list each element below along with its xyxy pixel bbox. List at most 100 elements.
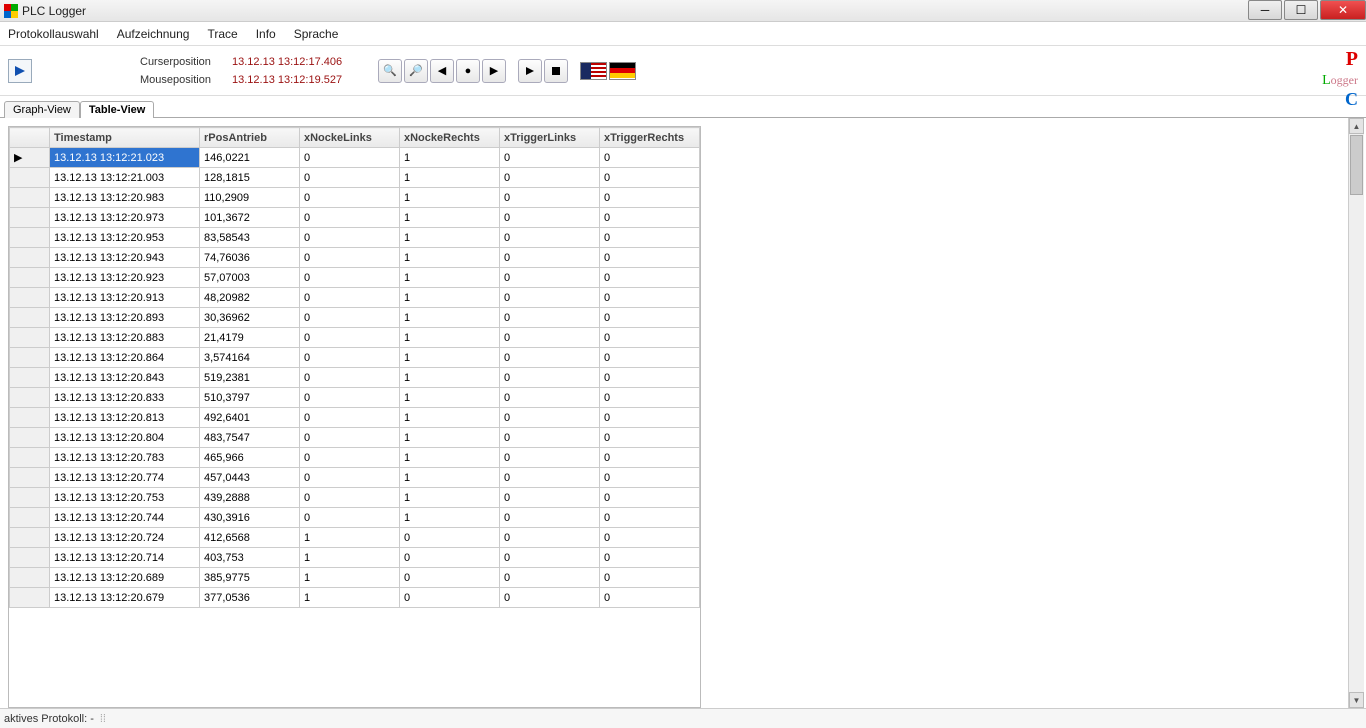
cell[interactable]: 0 xyxy=(500,208,600,228)
globe-right-icon[interactable]: ▶ xyxy=(482,59,506,83)
cell[interactable]: 0 xyxy=(500,488,600,508)
cell[interactable]: 439,2888 xyxy=(200,488,300,508)
row-indicator[interactable] xyxy=(10,488,50,508)
cell[interactable]: 0 xyxy=(300,148,400,168)
row-indicator[interactable] xyxy=(10,188,50,208)
table-row[interactable]: 13.12.13 13:12:20.744430,39160100 xyxy=(10,508,700,528)
row-indicator[interactable] xyxy=(10,308,50,328)
menu-info[interactable]: Info xyxy=(256,27,276,41)
cell[interactable]: 13.12.13 13:12:20.774 xyxy=(50,468,200,488)
zoom-out-icon[interactable]: 🔎 xyxy=(404,59,428,83)
cell[interactable]: 0 xyxy=(600,188,700,208)
cell[interactable]: 0 xyxy=(600,548,700,568)
cell[interactable]: 1 xyxy=(400,308,500,328)
table-row[interactable]: 13.12.13 13:12:20.983110,29090100 xyxy=(10,188,700,208)
cell[interactable]: 0 xyxy=(500,248,600,268)
cell[interactable]: 0 xyxy=(500,328,600,348)
globe-center-icon[interactable]: ● xyxy=(456,59,480,83)
table-row[interactable]: 13.12.13 13:12:20.92357,070030100 xyxy=(10,268,700,288)
maximize-button[interactable]: ☐ xyxy=(1284,0,1318,20)
cell[interactable]: 0 xyxy=(300,268,400,288)
cell[interactable]: 128,1815 xyxy=(200,168,300,188)
cell[interactable]: 74,76036 xyxy=(200,248,300,268)
cell[interactable]: 1 xyxy=(400,408,500,428)
cell[interactable]: 13.12.13 13:12:20.724 xyxy=(50,528,200,548)
cell[interactable]: 0 xyxy=(600,308,700,328)
cell[interactable]: 0 xyxy=(300,468,400,488)
cell[interactable]: 0 xyxy=(500,368,600,388)
cell[interactable]: 0 xyxy=(600,488,700,508)
row-indicator[interactable] xyxy=(10,288,50,308)
cell[interactable]: 0 xyxy=(600,148,700,168)
col-rposantrieb[interactable]: rPosAntrieb xyxy=(200,128,300,148)
table-row[interactable]: 13.12.13 13:12:21.003128,18150100 xyxy=(10,168,700,188)
cell[interactable]: 0 xyxy=(300,428,400,448)
cell[interactable]: 483,7547 xyxy=(200,428,300,448)
table-row[interactable]: 13.12.13 13:12:20.89330,369620100 xyxy=(10,308,700,328)
cell[interactable]: 0 xyxy=(500,508,600,528)
row-indicator[interactable] xyxy=(10,248,50,268)
cell[interactable]: 13.12.13 13:12:20.689 xyxy=(50,568,200,588)
cell[interactable]: 1 xyxy=(400,428,500,448)
table-row[interactable]: 13.12.13 13:12:20.774457,04430100 xyxy=(10,468,700,488)
cell[interactable]: 13.12.13 13:12:20.973 xyxy=(50,208,200,228)
table-row[interactable]: 13.12.13 13:12:20.714403,7531000 xyxy=(10,548,700,568)
cell[interactable]: 0 xyxy=(600,508,700,528)
cell[interactable]: 0 xyxy=(400,528,500,548)
cell[interactable]: 0 xyxy=(500,348,600,368)
cell[interactable]: 0 xyxy=(500,468,600,488)
cell[interactable]: 30,36962 xyxy=(200,308,300,328)
cell[interactable]: 1 xyxy=(400,348,500,368)
table-row[interactable]: 13.12.13 13:12:20.783465,9660100 xyxy=(10,448,700,468)
cell[interactable]: 13.12.13 13:12:20.953 xyxy=(50,228,200,248)
menu-aufzeichnung[interactable]: Aufzeichnung xyxy=(117,27,190,41)
cell[interactable]: 0 xyxy=(600,348,700,368)
tab-table-view[interactable]: Table-View xyxy=(80,101,154,118)
flag-us-icon[interactable] xyxy=(580,62,607,80)
table-row[interactable]: 13.12.13 13:12:20.833510,37970100 xyxy=(10,388,700,408)
cell[interactable]: 13.12.13 13:12:20.983 xyxy=(50,188,200,208)
row-indicator[interactable] xyxy=(10,328,50,348)
cell[interactable]: 0 xyxy=(600,328,700,348)
table-row[interactable]: ▶13.12.13 13:12:21.023146,02210100 xyxy=(10,148,700,168)
menu-sprache[interactable]: Sprache xyxy=(294,27,339,41)
menu-trace[interactable]: Trace xyxy=(207,27,237,41)
cell[interactable]: 0 xyxy=(500,528,600,548)
cell[interactable]: 13.12.13 13:12:20.943 xyxy=(50,248,200,268)
scroll-down-icon[interactable]: ▼ xyxy=(1349,692,1364,708)
row-indicator[interactable] xyxy=(10,568,50,588)
row-indicator[interactable] xyxy=(10,428,50,448)
row-indicator[interactable] xyxy=(10,588,50,608)
cell[interactable]: 13.12.13 13:12:20.679 xyxy=(50,588,200,608)
table-row[interactable]: 13.12.13 13:12:20.88321,41790100 xyxy=(10,328,700,348)
cell[interactable]: 377,0536 xyxy=(200,588,300,608)
cell[interactable]: 1 xyxy=(400,288,500,308)
cell[interactable]: 0 xyxy=(500,188,600,208)
vertical-scrollbar[interactable]: ▲ ▼ xyxy=(1348,118,1364,708)
close-button[interactable]: ✕ xyxy=(1320,0,1366,20)
cell[interactable]: 13.12.13 13:12:20.913 xyxy=(50,288,200,308)
cell[interactable]: 48,20982 xyxy=(200,288,300,308)
table-row[interactable]: 13.12.13 13:12:20.689385,97751000 xyxy=(10,568,700,588)
cell[interactable]: 0 xyxy=(300,228,400,248)
cell[interactable]: 13.12.13 13:12:20.804 xyxy=(50,428,200,448)
cell[interactable]: 0 xyxy=(600,528,700,548)
col-xtriggerrechts[interactable]: xTriggerRechts xyxy=(600,128,700,148)
cell[interactable]: 0 xyxy=(300,388,400,408)
cell[interactable]: 13.12.13 13:12:21.023 xyxy=(50,148,200,168)
table-row[interactable]: 13.12.13 13:12:20.679377,05361000 xyxy=(10,588,700,608)
col-xnockerechts[interactable]: xNockeRechts xyxy=(400,128,500,148)
menu-protokollauswahl[interactable]: Protokollauswahl xyxy=(8,27,99,41)
col-xtriggerlinks[interactable]: xTriggerLinks xyxy=(500,128,600,148)
row-indicator[interactable] xyxy=(10,528,50,548)
cell[interactable]: 13.12.13 13:12:20.923 xyxy=(50,268,200,288)
globe-left-icon[interactable]: ◀ xyxy=(430,59,454,83)
cell[interactable]: 1 xyxy=(400,208,500,228)
cell[interactable]: 510,3797 xyxy=(200,388,300,408)
cell[interactable]: 0 xyxy=(500,548,600,568)
cell[interactable]: 0 xyxy=(600,408,700,428)
cell[interactable]: 0 xyxy=(300,208,400,228)
cell[interactable]: 1 xyxy=(300,568,400,588)
cell[interactable]: 0 xyxy=(600,588,700,608)
play-button[interactable] xyxy=(8,59,32,83)
